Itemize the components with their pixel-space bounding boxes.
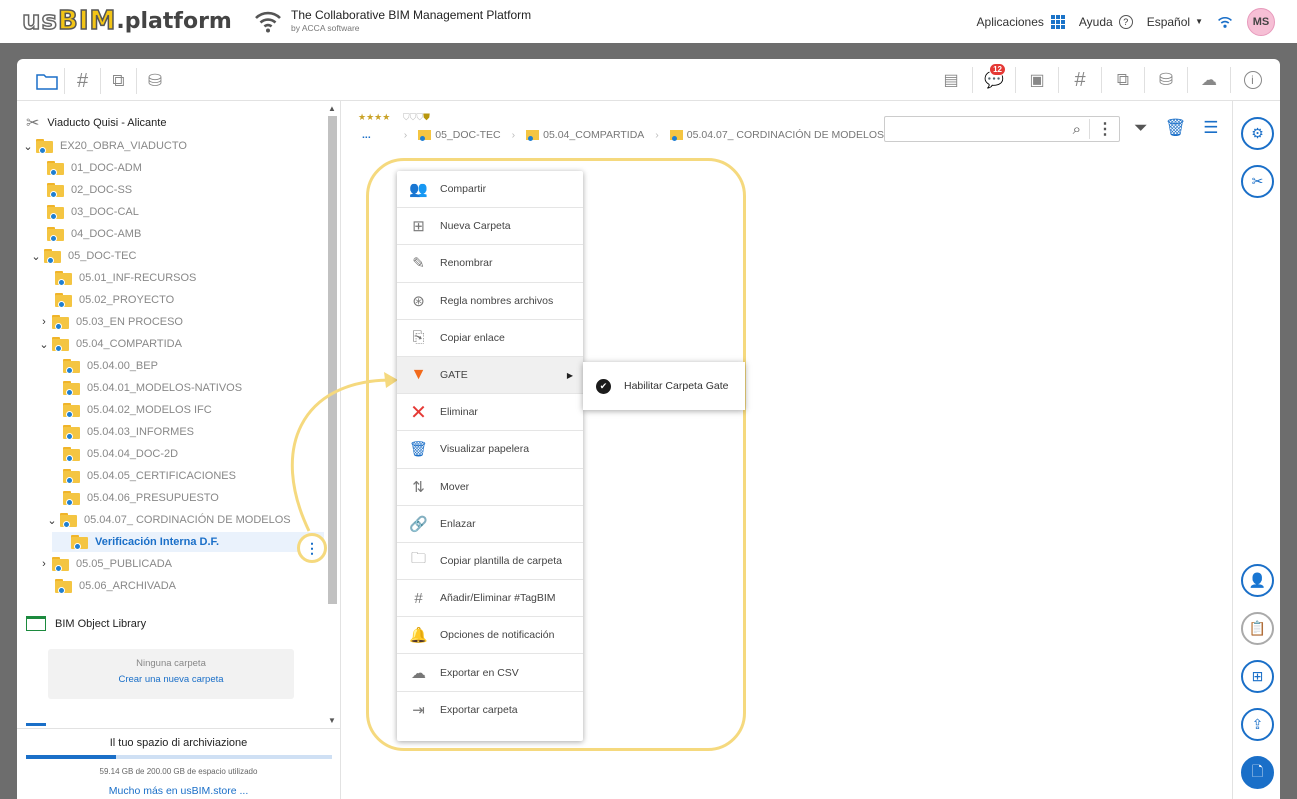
folder-template-icon: 🗀 (410, 550, 426, 568)
menu-item-label: Nueva Carpeta (440, 220, 511, 233)
menu-item-label: Renombrar (440, 257, 493, 270)
menu-item-label: Eliminar (440, 406, 478, 419)
menu-item-label: Mover (440, 480, 470, 493)
menu-item-label: Copiar enlace (440, 331, 505, 344)
share-user-icon: 👥 (409, 181, 428, 199)
menu-item-new-folder[interactable]: ⊞ Nueva Carpeta (397, 208, 583, 246)
menu-item-rename[interactable]: ✎ Renombrar (397, 245, 583, 283)
menu-item-label: Visualizar papelera (440, 443, 530, 456)
delete-x-icon: ✕ (410, 401, 427, 424)
pencil-icon: ✎ (412, 255, 425, 273)
export-folder-icon: ⇥ (412, 702, 425, 720)
menu-item-label: Opciones de notificación (440, 629, 555, 642)
move-arrows-icon: ⇅ (412, 478, 425, 496)
menu-item-gate[interactable]: ▼ GATE ▶ (397, 356, 583, 395)
link-icon: 🔗 (409, 515, 428, 533)
menu-item-label: Añadir/Eliminar #TagBIM (440, 592, 556, 605)
menu-item-label: Compartir (440, 183, 487, 196)
menu-item-share[interactable]: 👥 Compartir (397, 171, 583, 209)
menu-item-tagbim[interactable]: # Añadir/Eliminar #TagBIM (397, 580, 583, 618)
enable-gate-folder-option[interactable]: Habilitar Carpeta Gate (624, 380, 728, 392)
submenu-arrow-icon: ▶ (566, 370, 573, 380)
context-menu: 👥 Compartir ⊞ Nueva Carpeta ✎ Renombrar ⊛ Re… (397, 171, 583, 741)
menu-item-view-trash[interactable]: 🗑 Visualizar papelera (397, 431, 583, 469)
new-folder-icon: ⊞ (412, 218, 425, 236)
menu-item-export-folder[interactable]: ⇥ Exportar carpeta (397, 692, 583, 729)
bell-icon: 🔔 (409, 627, 428, 645)
menu-item-copy-link[interactable]: ⎘ Copiar enlace (397, 320, 583, 357)
menu-item-copy-template[interactable]: 🗀 Copiar plantilla de carpeta (397, 543, 583, 581)
cloud-export-icon: ☁ (411, 664, 426, 682)
menu-item-delete[interactable]: ✕ Eliminar (397, 394, 583, 432)
menu-item-naming-rule[interactable]: ⊛ Regla nombres archivos (397, 283, 583, 320)
gate-triangle-icon: ▼ (410, 366, 427, 384)
trash-icon: 🗑 (408, 441, 429, 459)
menu-item-label: Enlazar (440, 517, 476, 530)
menu-item-label: Exportar carpeta (440, 704, 518, 717)
menu-item-export-csv[interactable]: ☁ Exportar en CSV (397, 654, 583, 692)
menu-item-label: Exportar en CSV (440, 666, 519, 679)
menu-item-label: GATE (440, 369, 468, 382)
menu-item-move[interactable]: ⇅ Mover (397, 469, 583, 506)
asterisk-rule-icon: ⊛ (412, 292, 425, 310)
menu-item-link[interactable]: 🔗 Enlazar (397, 506, 583, 543)
check-circle-icon: ✔ (596, 378, 611, 394)
menu-item-label: Copiar plantilla de carpeta (440, 554, 562, 567)
menu-item-notifications[interactable]: 🔔 Opciones de notificación (397, 617, 583, 655)
tagbim-icon: # (414, 589, 423, 607)
copy-link-icon: ⎘ (412, 329, 425, 347)
menu-item-label: Regla nombres archivos (440, 294, 554, 307)
gate-submenu: ✔ Habilitar Carpeta Gate (583, 362, 745, 410)
